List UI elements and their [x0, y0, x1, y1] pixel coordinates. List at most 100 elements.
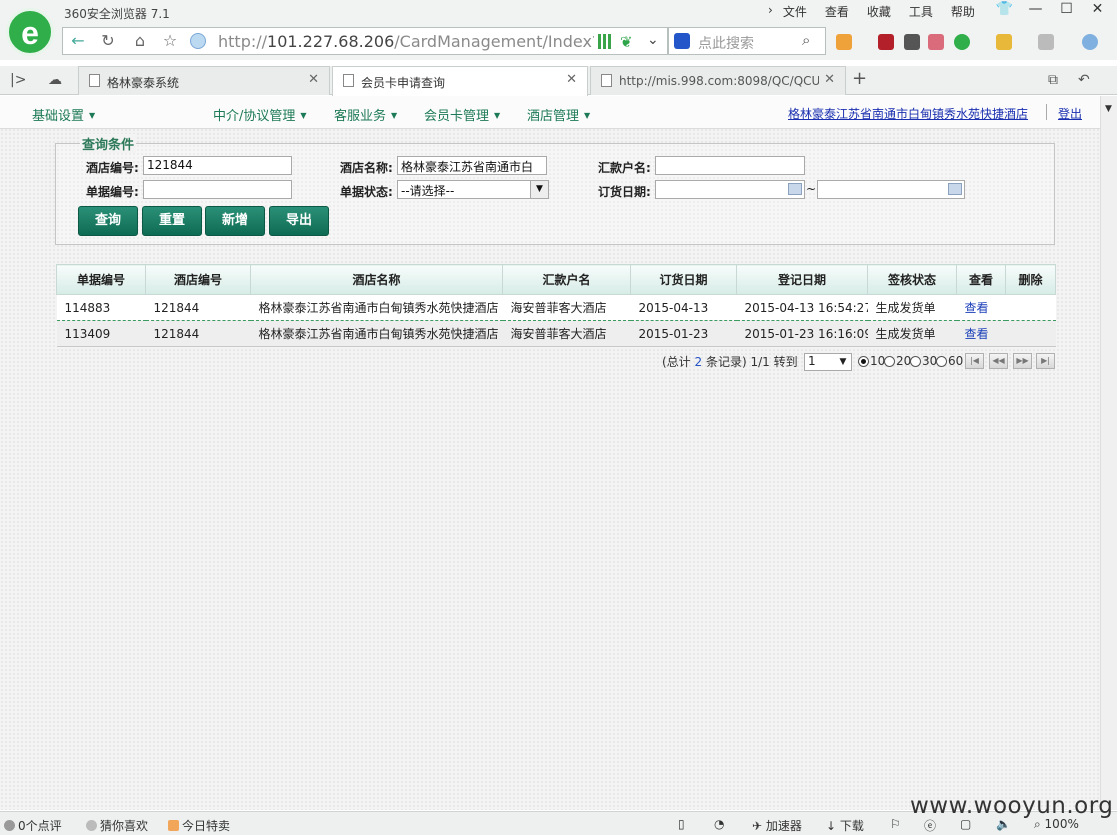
table-row[interactable]: 114883 121844 格林豪泰江苏省南通市白甸镇秀水苑快捷酒店 海安普菲客…	[56, 294, 1056, 321]
chevron-right-icon[interactable]: ›	[768, 3, 773, 20]
logout-link[interactable]: 登出	[1058, 105, 1082, 122]
page-size-radio-60[interactable]	[936, 356, 947, 367]
guess-status[interactable]: 猜你喜欢	[86, 817, 148, 834]
page-size-radio-10[interactable]	[858, 356, 869, 367]
page-select[interactable]: 1 ▼	[804, 353, 852, 371]
search-icon[interactable]: ⌕	[802, 31, 810, 49]
zoom-level[interactable]: ⌕ 100%	[1034, 817, 1079, 832]
game-icon[interactable]	[1038, 34, 1054, 50]
apps-icon[interactable]	[836, 34, 852, 50]
address-dropdown-icon[interactable]: ⌄	[647, 32, 659, 48]
magnifier-ext-icon[interactable]	[1082, 34, 1098, 50]
page-size-radio-30[interactable]	[910, 356, 921, 367]
rocket-icon: ✈	[752, 819, 766, 833]
nav-basic-settings[interactable]: 基础设置 ▼	[32, 105, 95, 124]
pink-ext-icon[interactable]	[928, 34, 944, 50]
speed-icon[interactable]: ◔	[714, 817, 724, 831]
refresh-icon[interactable]: ↻	[96, 30, 120, 52]
col-hotel-name[interactable]: 酒店名称	[250, 264, 503, 295]
query-legend: 查询条件	[80, 134, 137, 153]
hotel-name-link[interactable]: 格林豪泰江苏省南通市白甸镇秀水苑快捷酒店	[788, 105, 1028, 122]
nav-hotel-management[interactable]: 酒店管理 ▼	[527, 105, 590, 124]
volume-icon[interactable]: 🔈	[996, 817, 1011, 831]
browser-menu: › 文件 查看 收藏 工具 帮助	[768, 3, 993, 20]
tab-card-query[interactable]: 会员卡申请查询 ✕	[332, 66, 588, 96]
scroll-down-arrow-icon[interactable]: ▼	[1105, 104, 1112, 114]
cell-doc-no: 114883	[56, 294, 146, 321]
comments-status[interactable]: 0个点评	[4, 817, 62, 834]
url-text[interactable]: http://101.227.68.206/CardManagement/Ind…	[218, 32, 594, 51]
export-button[interactable]: 导出	[269, 206, 329, 236]
calendar-icon[interactable]	[788, 183, 802, 195]
reset-button[interactable]: 重置	[142, 206, 202, 236]
view-link[interactable]: 查看	[965, 301, 989, 315]
home-icon[interactable]: ⌂	[128, 30, 152, 52]
nav-agency-management[interactable]: 中介/协议管理 ▼	[213, 105, 307, 124]
ie-icon[interactable]: ⓔ	[924, 817, 936, 834]
tab-greentree[interactable]: 格林豪泰系统 ✕	[78, 66, 330, 95]
back-icon[interactable]: ←	[66, 30, 90, 52]
col-register-date[interactable]: 登记日期	[736, 264, 868, 295]
next-page-button[interactable]: ▶▶	[1013, 353, 1032, 369]
accelerator[interactable]: ✈ 加速器	[752, 817, 802, 834]
star-icon[interactable]: ☆	[158, 30, 182, 52]
window-icon[interactable]: ▢	[960, 817, 971, 831]
view-link[interactable]: 查看	[965, 327, 989, 341]
app-title: 360安全浏览器 7.1	[64, 7, 170, 21]
col-hotel-code[interactable]: 酒店编号	[145, 264, 251, 295]
minimize-button[interactable]: —	[1020, 0, 1051, 20]
last-page-button[interactable]: ▶|	[1036, 353, 1055, 369]
menu-tools[interactable]: 工具	[909, 3, 933, 20]
sidebar-toggle-icon[interactable]: |>	[10, 72, 26, 88]
doc-no-input[interactable]	[143, 180, 292, 199]
payee-input[interactable]	[655, 156, 805, 175]
tab-mis[interactable]: http://mis.998.com:8098/QC/QCUp ✕	[590, 66, 846, 95]
vertical-scrollbar[interactable]: ▼	[1100, 96, 1117, 810]
shield-icon[interactable]	[954, 34, 970, 50]
leaf-icon[interactable]: ❦	[620, 33, 633, 51]
nav-card-management[interactable]: 会员卡管理 ▼	[424, 105, 500, 124]
cloud-icon[interactable]: ☁	[48, 72, 62, 88]
restore-tabs-icon[interactable]: ⧉	[1048, 72, 1058, 88]
add-button[interactable]: 新增	[205, 206, 265, 236]
pager-info: (总计 2 条记录) 1/1 转到	[662, 355, 798, 369]
flag-icon[interactable]: ⚐	[890, 817, 901, 831]
first-page-button[interactable]: |◀	[965, 353, 984, 369]
maximize-button[interactable]: ☐	[1051, 0, 1082, 20]
doc-status-select[interactable]: --请选择-- ▼	[397, 180, 549, 199]
col-order-date[interactable]: 订货日期	[630, 264, 737, 295]
undo-icon[interactable]: ↶	[1078, 72, 1090, 88]
today-deals[interactable]: 今日特卖	[168, 817, 230, 834]
baidu-paw-icon[interactable]	[674, 33, 690, 49]
order-date-from-input[interactable]	[655, 180, 805, 199]
menu-file[interactable]: 文件	[783, 3, 807, 20]
hash-icon[interactable]	[904, 34, 920, 50]
new-tab-icon[interactable]: +	[852, 68, 867, 89]
col-payee[interactable]: 汇款户名	[502, 264, 631, 295]
hotel-code-input[interactable]: 121844	[143, 156, 292, 175]
download[interactable]: ↓ 下载	[826, 817, 864, 834]
order-date-to-input[interactable]	[817, 180, 965, 199]
nav-customer-service[interactable]: 客服业务 ▼	[334, 105, 397, 124]
coupon-icon[interactable]	[996, 34, 1012, 50]
hotel-name-input[interactable]: 格林豪泰江苏省南通市白	[397, 156, 547, 175]
order-date-label: 订货日期:	[598, 185, 651, 199]
calendar-icon[interactable]	[948, 183, 962, 195]
menu-favorites[interactable]: 收藏	[867, 3, 891, 20]
prev-page-button[interactable]: ◀◀	[989, 353, 1008, 369]
search-button[interactable]: 查询	[78, 206, 138, 236]
table-row[interactable]: 113409 121844 格林豪泰江苏省南通市白甸镇秀水苑快捷酒店 海安普菲客…	[56, 320, 1056, 347]
col-approval-status[interactable]: 签核状态	[867, 264, 957, 295]
close-tab-icon[interactable]: ✕	[824, 72, 835, 87]
menu-view[interactable]: 查看	[825, 3, 849, 20]
close-tab-icon[interactable]: ✕	[308, 72, 319, 87]
js-icon[interactable]	[878, 34, 894, 50]
page-size-radio-20[interactable]	[884, 356, 895, 367]
skin-icon[interactable]: 👕	[989, 0, 1020, 20]
close-tab-icon[interactable]: ✕	[566, 72, 577, 87]
col-doc-no[interactable]: 单据编号	[56, 264, 146, 295]
menu-help[interactable]: 帮助	[951, 3, 975, 20]
qr-code-icon[interactable]	[598, 34, 613, 49]
phone-icon[interactable]: ▯	[678, 817, 685, 831]
close-window-button[interactable]: ✕	[1082, 0, 1113, 20]
